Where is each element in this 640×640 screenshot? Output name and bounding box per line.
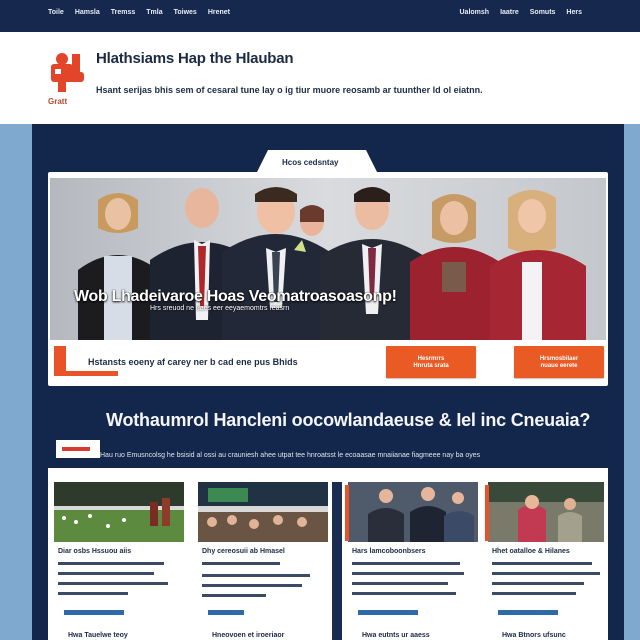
text-line	[492, 562, 592, 565]
section-title: Wothaumrol Hancleni oocowlandaeuse & Iel…	[106, 410, 591, 430]
text-line	[352, 562, 460, 565]
top-nav-item[interactable]: Tremss	[111, 9, 136, 16]
top-nav-item[interactable]: Hers	[566, 9, 582, 16]
top-nav-item[interactable]: Toile	[48, 9, 64, 16]
top-nav-item[interactable]: Hamsla	[75, 9, 100, 16]
top-nav-item[interactable]: Toiwes	[174, 9, 197, 16]
top-nav-item[interactable]: Tmla	[146, 9, 162, 16]
text-line	[352, 572, 464, 575]
hero-button-secondary[interactable]: Hrsmosbilaer nuaue eerete	[514, 346, 604, 378]
hero-accent-underline	[66, 371, 118, 376]
hero-headline[interactable]: Wob Lhadeivaroe Hoas Veomatroasoasonp!	[74, 288, 397, 306]
article-title[interactable]: Hhet oatalloe & Hilanes	[492, 548, 570, 555]
hero-group-photo[interactable]	[50, 178, 606, 340]
masthead	[0, 32, 640, 124]
article-thumbnail[interactable]	[348, 482, 478, 542]
article-thumbnail[interactable]	[488, 482, 618, 542]
card-accent	[485, 485, 489, 541]
text-line	[58, 572, 154, 575]
article-more[interactable]: Hwa eutnts ur aaess	[362, 632, 430, 639]
text-line	[58, 562, 164, 565]
hero-subline: Hrs sreuod ne uaes eer eeyaemomtrs reasr…	[150, 305, 290, 312]
text-line	[202, 594, 266, 597]
section-tag	[56, 440, 100, 458]
text-line	[492, 572, 600, 575]
article-link[interactable]	[358, 610, 418, 615]
top-nav-item[interactable]: Hrenet	[208, 9, 230, 16]
hero-button-secondary-label: Hrsmosbilaer nuaue eerete	[539, 356, 579, 369]
article-more[interactable]: Hwa Tauelwe teoy	[68, 632, 128, 639]
text-line	[492, 592, 576, 595]
site-tagline: Hsant serijas bhis sem of cesaral tune l…	[96, 85, 483, 95]
article-title[interactable]: Hars lamcoboonbsers	[352, 548, 426, 555]
text-line	[352, 592, 456, 595]
hero-button-primary[interactable]: Hesrmrrs Hnruta srata	[386, 346, 476, 378]
logo-text: Gratt	[48, 97, 68, 106]
hero-accent-bar	[54, 346, 66, 376]
article-link[interactable]	[498, 610, 558, 615]
top-nav-item[interactable]: Iaatre	[500, 9, 519, 16]
section-description: Hau ruo Emusncolsg he bsisid al ossi au …	[100, 452, 481, 459]
article-title[interactable]: Dhy cereosuii ab Hmasel	[202, 548, 285, 555]
site-title[interactable]: Hlathsiams Hap the Hlauban	[96, 50, 294, 67]
article-thumbnail[interactable]	[198, 482, 328, 542]
top-nav-right: Ualomsh Iaatre Somuts Hers	[460, 9, 583, 16]
hero-button-primary-label: Hesrmrrs Hnruta srata	[413, 356, 449, 369]
text-line	[58, 592, 128, 595]
text-line	[202, 574, 310, 577]
top-nav-item[interactable]: Ualomsh	[460, 9, 490, 16]
card-accent	[345, 485, 349, 541]
text-line	[352, 582, 448, 585]
top-nav-item[interactable]: Somuts	[530, 9, 556, 16]
article-card[interactable]: Hars lamcoboonbsers Hwa eutnts ur aaess	[345, 482, 478, 640]
article-more[interactable]: Hwa Btnors ufsunc	[502, 632, 566, 639]
text-line	[58, 582, 168, 585]
text-line	[492, 582, 584, 585]
article-card[interactable]: Diar osbs Hssuou aiis Hwa Tauelwe teoy	[54, 482, 184, 640]
hero-tab-label: Hcos cedsntay	[282, 158, 339, 167]
article-more[interactable]: Hneovoen et iroeriaor	[212, 632, 284, 639]
article-thumbnail[interactable]	[54, 482, 184, 542]
article-title[interactable]: Diar osbs Hssuou aiis	[58, 548, 131, 555]
site-logo-icon[interactable]	[48, 50, 86, 98]
column-divider	[332, 482, 342, 640]
top-nav-left: Toile Hamsla Tremss Tmla Toiwes Hrenet	[48, 9, 230, 16]
article-card[interactable]: Hhet oatalloe & Hilanes Hwa Btnors ufsun…	[485, 482, 618, 640]
text-line	[202, 584, 302, 587]
hero-caption: Hstansts eoeny af carey ner b cad ene pu…	[88, 357, 298, 367]
article-card[interactable]: Dhy cereosuii ab Hmasel Hneovoen et iroe…	[198, 482, 328, 640]
text-line	[202, 562, 280, 565]
top-bar	[0, 0, 640, 32]
article-link[interactable]	[64, 610, 124, 615]
article-link[interactable]	[208, 610, 244, 615]
